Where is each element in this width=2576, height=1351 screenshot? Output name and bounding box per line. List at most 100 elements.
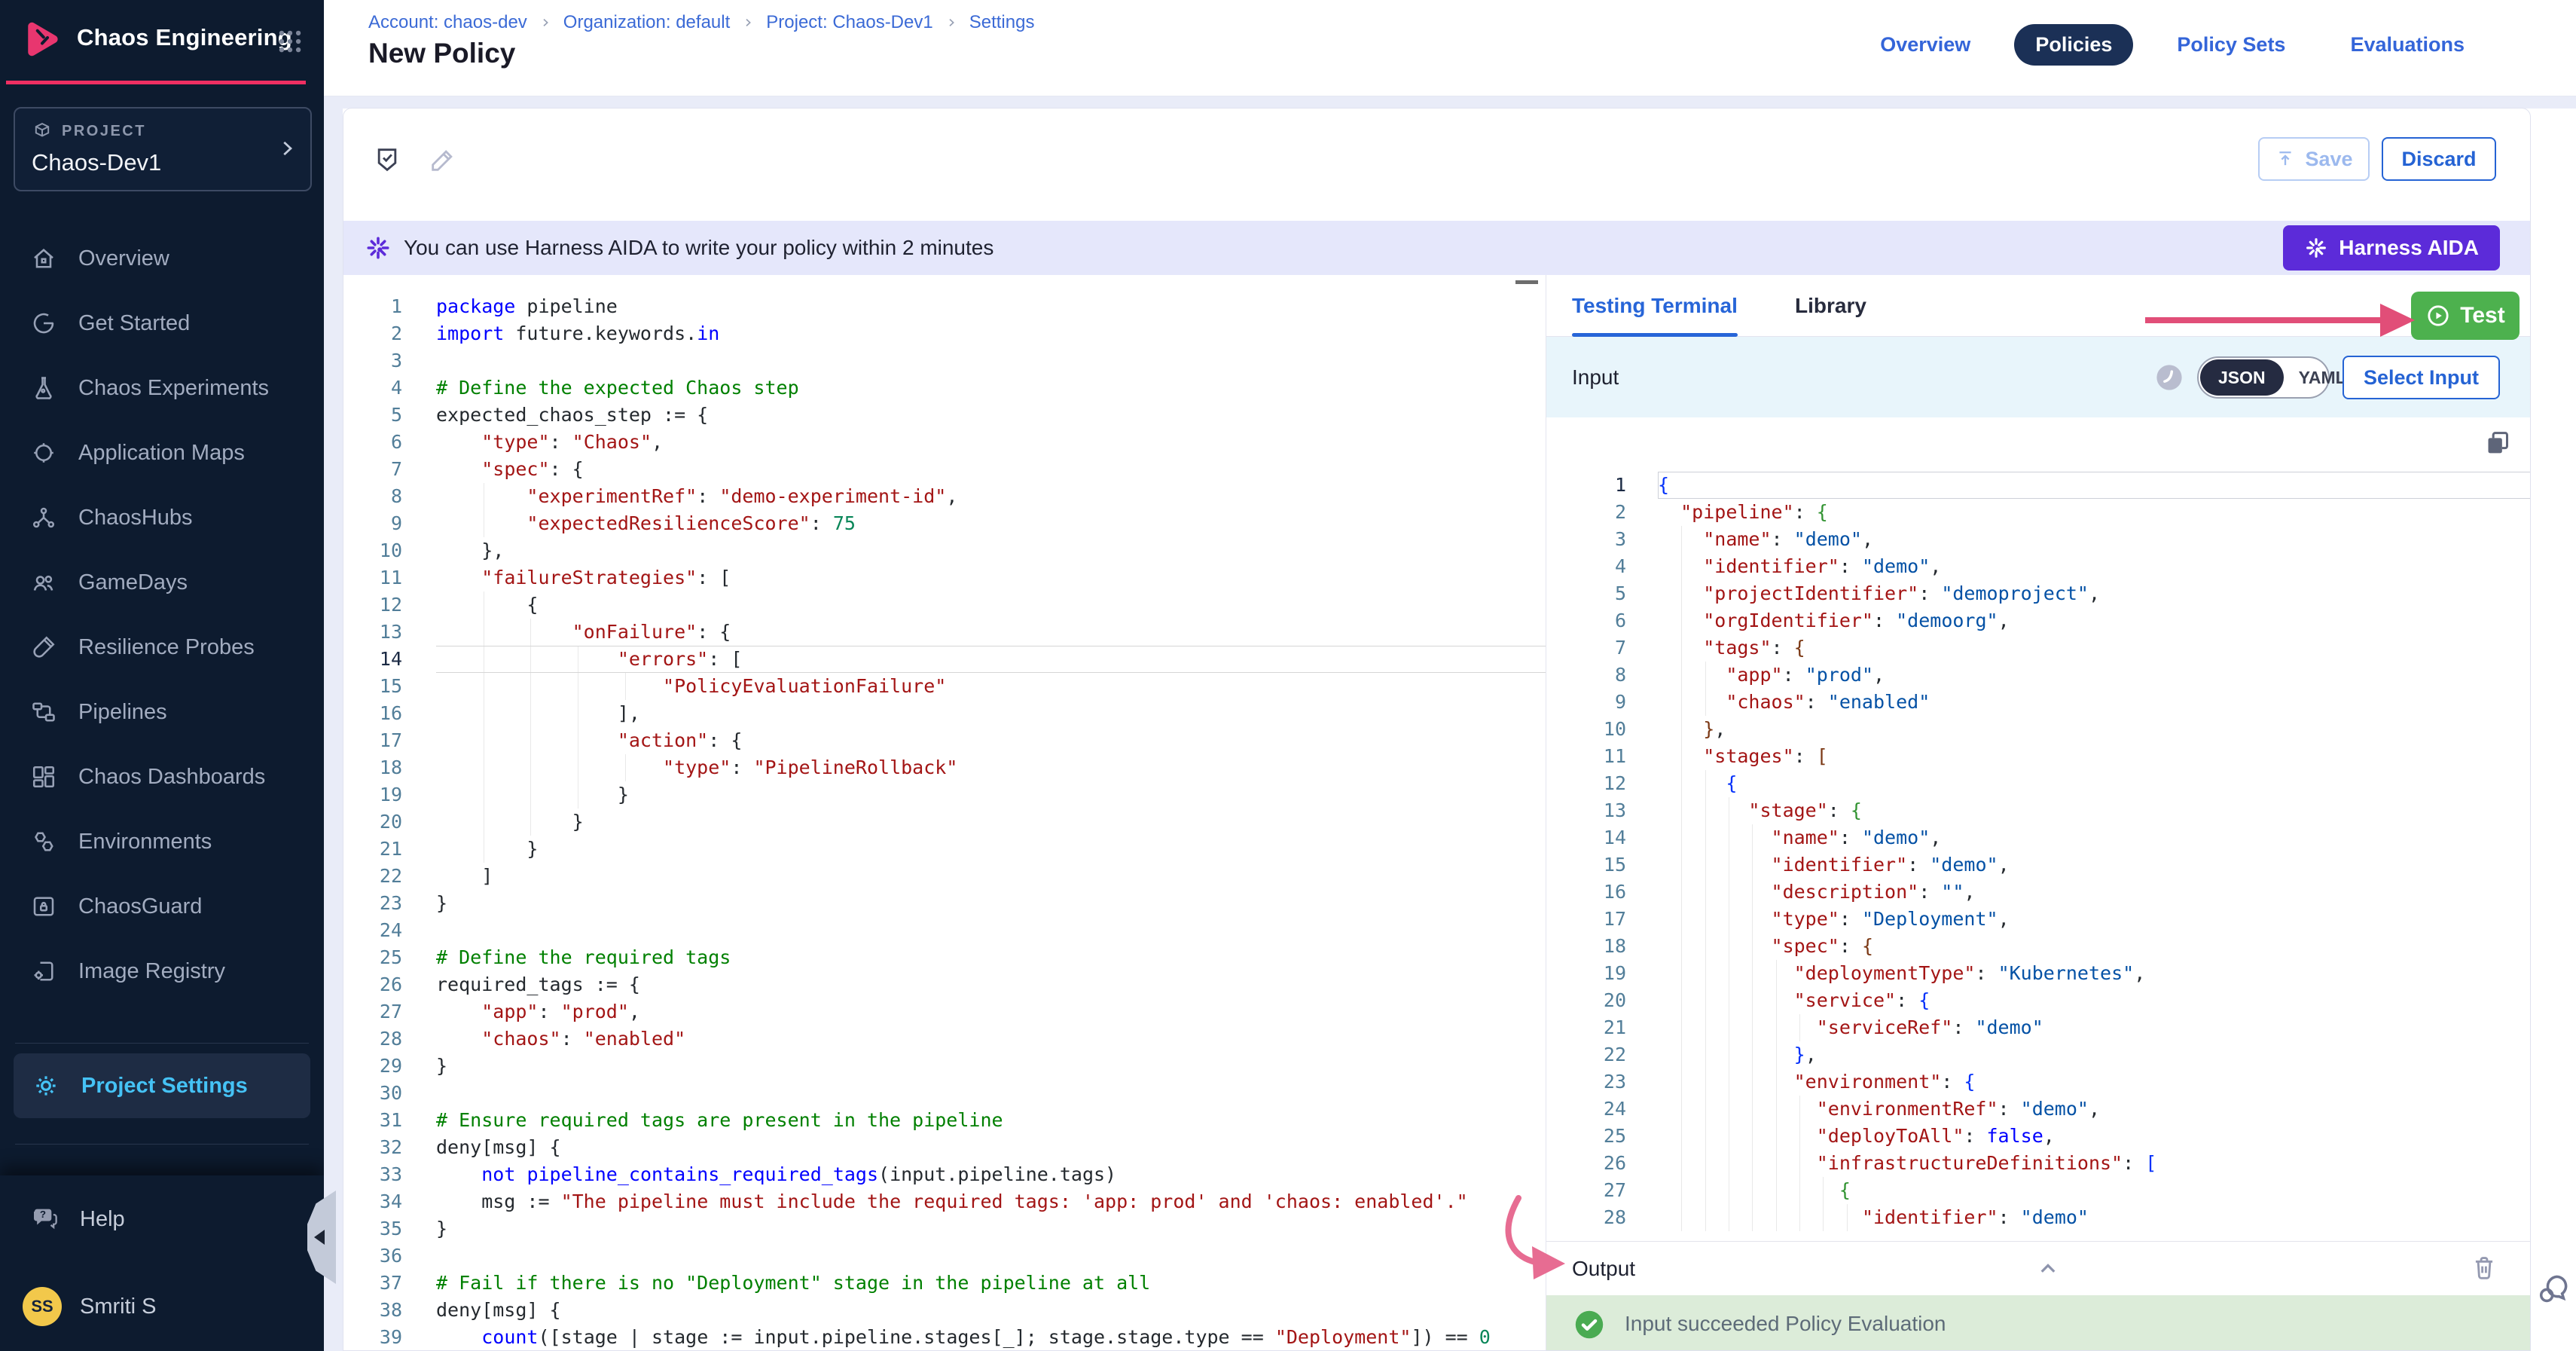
line-number: 1 xyxy=(343,293,402,320)
line-number: 11 xyxy=(1546,743,1626,770)
trash-icon[interactable] xyxy=(2470,1254,2498,1282)
page-background-gutter xyxy=(324,109,343,1351)
code-area[interactable]: package pipelineimport future.keywords.i… xyxy=(402,293,1546,1351)
play-circle-icon xyxy=(2425,303,2451,329)
code-line: "deploymentType": "Kubernetes", xyxy=(1658,960,2531,987)
code-line: # Define the expected Chaos step xyxy=(436,374,1546,402)
code-line: "failureStrategies": [ xyxy=(436,564,1546,591)
pencil-icon[interactable] xyxy=(428,145,458,175)
line-number: 29 xyxy=(343,1053,402,1080)
network-icon xyxy=(30,504,57,531)
line-number: 39 xyxy=(343,1324,402,1351)
sidebar-item-environments[interactable]: Environments xyxy=(0,809,324,874)
sidebar-item-chaos-dashboards[interactable]: Chaos Dashboards xyxy=(0,744,324,809)
module-switcher-icon[interactable] xyxy=(276,27,304,56)
aida-banner: You can use Harness AIDA to write your p… xyxy=(343,221,2530,275)
save-button[interactable]: Save xyxy=(2258,137,2370,181)
user-menu[interactable]: SS Smriti S xyxy=(23,1287,157,1326)
aida-sparkle-icon xyxy=(2304,236,2328,260)
line-number: 8 xyxy=(343,483,402,510)
breadcrumb-account[interactable]: Account: chaos-dev xyxy=(368,12,527,33)
code-line: { xyxy=(1658,472,2531,499)
support-chat-icon[interactable] xyxy=(2535,1270,2573,1308)
line-number: 7 xyxy=(343,456,402,483)
tab-overview[interactable]: Overview xyxy=(1859,24,1992,66)
breadcrumb-organization[interactable]: Organization: default xyxy=(563,12,730,33)
sidebar-item-application-maps[interactable]: Application Maps xyxy=(0,420,324,485)
code-line: not pipeline_contains_required_tags(inpu… xyxy=(436,1161,1546,1188)
flask-icon xyxy=(30,374,57,402)
line-number: 13 xyxy=(343,619,402,646)
sidebar-item-pipelines[interactable]: Pipelines xyxy=(0,680,324,744)
format-input-icon[interactable] xyxy=(2153,362,2185,393)
code-line: "environmentRef": "demo", xyxy=(1658,1096,2531,1123)
dashboard-icon xyxy=(30,763,57,790)
line-number: 5 xyxy=(343,402,402,429)
sidebar-item-project-settings[interactable]: Project Settings xyxy=(14,1053,310,1118)
sidebar-item-resilience-probes[interactable]: Resilience Probes xyxy=(0,615,324,680)
tab-library[interactable]: Library xyxy=(1795,275,1866,337)
code-line: "type": "Deployment", xyxy=(1658,906,2531,933)
harness-aida-button[interactable]: Harness AIDA xyxy=(2283,225,2500,271)
breadcrumb: Account: chaos-dev Organization: default… xyxy=(368,12,1034,33)
tab-evaluations[interactable]: Evaluations xyxy=(2329,24,2486,66)
code-line: package pipeline xyxy=(436,293,1546,320)
code-line: "app": "prod", xyxy=(436,998,1546,1025)
code-line: } xyxy=(436,836,1546,863)
line-number: 4 xyxy=(343,374,402,402)
discard-button[interactable]: Discard xyxy=(2382,137,2496,181)
line-number: 3 xyxy=(1546,526,1626,553)
code-line: }, xyxy=(436,537,1546,564)
chevron-up-icon[interactable] xyxy=(2034,1255,2062,1282)
shield-check-icon[interactable] xyxy=(372,145,402,175)
test-button[interactable]: Test xyxy=(2411,292,2520,340)
result-message: Input succeeded Policy Evaluation xyxy=(1625,1295,1946,1351)
select-input-button[interactable]: Select Input xyxy=(2343,356,2500,399)
sidebar-item-chaosguard[interactable]: ChaosGuard xyxy=(0,874,324,939)
sidebar-item-chaos-experiments[interactable]: Chaos Experiments xyxy=(0,356,324,420)
breadcrumb-settings[interactable]: Settings xyxy=(969,12,1035,33)
code-line: "name": "demo", xyxy=(1658,526,2531,553)
avatar: SS xyxy=(23,1287,62,1326)
line-number: 24 xyxy=(343,917,402,944)
code-line: "deployToAll": false, xyxy=(1658,1123,2531,1150)
line-number: 6 xyxy=(1546,607,1626,634)
input-json-editor[interactable]: 1234567891011121314151617181920212223242… xyxy=(1546,417,2531,1241)
line-number: 31 xyxy=(343,1107,402,1134)
sidebar-nav: Overview Get Started Chaos Experiments A… xyxy=(0,226,324,1004)
code-line: deny[msg] { xyxy=(436,1134,1546,1161)
project-name: Chaos-Dev1 xyxy=(32,149,161,176)
line-number: 20 xyxy=(1546,987,1626,1014)
line-number: 6 xyxy=(343,429,402,456)
code-line: count([stage | stage := input.pipeline.s… xyxy=(436,1324,1546,1351)
line-number: 26 xyxy=(1546,1150,1626,1177)
project-selector[interactable]: PROJECT Chaos-Dev1 xyxy=(14,107,312,191)
sidebar-item-get-started[interactable]: Get Started xyxy=(0,291,324,356)
line-number: 10 xyxy=(1546,716,1626,743)
code-line: "description": "", xyxy=(1658,879,2531,906)
toggle-json[interactable]: JSON xyxy=(2200,359,2284,396)
code-line: "type": "Chaos", xyxy=(436,429,1546,456)
copy-icon[interactable] xyxy=(2483,428,2513,458)
sidebar-item-overview[interactable]: Overview xyxy=(0,226,324,291)
format-toggle[interactable]: JSON YAML xyxy=(2197,356,2330,399)
code-area[interactable]: { "pipeline": { "name": "demo", "identif… xyxy=(1626,472,2531,1241)
sidebar-item-image-registry[interactable]: Image Registry xyxy=(0,939,324,1004)
code-line: } xyxy=(436,1215,1546,1242)
code-line: "stage": { xyxy=(1658,797,2531,824)
code-line: "environment": { xyxy=(1658,1068,2531,1096)
tab-testing-terminal[interactable]: Testing Terminal xyxy=(1572,275,1738,337)
line-number: 17 xyxy=(1546,906,1626,933)
line-number: 35 xyxy=(343,1215,402,1242)
code-line: "chaos": "enabled" xyxy=(436,1025,1546,1053)
policy-code-editor[interactable]: 1234567891011121314151617181920212223242… xyxy=(343,275,1546,1351)
tab-policies[interactable]: Policies xyxy=(2014,24,2133,66)
breadcrumb-project[interactable]: Project: Chaos-Dev1 xyxy=(766,12,932,33)
sidebar-item-gamedays[interactable]: GameDays xyxy=(0,550,324,615)
page-title: New Policy xyxy=(368,38,515,69)
tab-policy-sets[interactable]: Policy Sets xyxy=(2156,24,2306,66)
sidebar-item-chaoshubs[interactable]: ChaosHubs xyxy=(0,485,324,550)
line-number: 27 xyxy=(343,998,402,1025)
code-line: "service": { xyxy=(1658,987,2531,1014)
help-button[interactable]: ? Help xyxy=(30,1204,125,1234)
